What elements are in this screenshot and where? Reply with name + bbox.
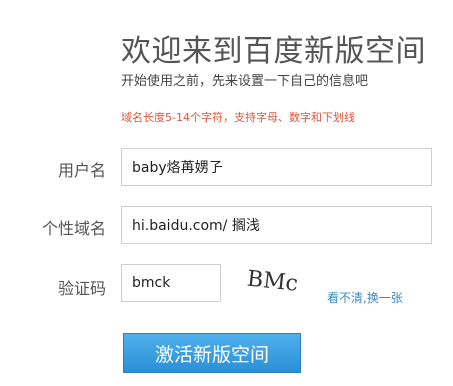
domain-rule-hint: 域名长度5-14个字符，支持字母、数字和下划线 [121, 111, 355, 124]
domain-input[interactable] [121, 206, 432, 244]
refresh-captcha-link[interactable]: 看不清,换一张 [327, 289, 403, 306]
captcha-image[interactable]: BMck [245, 264, 297, 298]
username-label: 用户名 [57, 161, 106, 180]
domain-label: 个性域名 [41, 219, 106, 238]
page-title: 欢迎来到百度新版空间 [121, 34, 426, 69]
activate-button[interactable]: 激活新版空间 [123, 333, 301, 373]
captcha-input[interactable] [121, 264, 221, 302]
page-subtitle: 开始使用之前，先来设置一下自己的信息吧 [121, 74, 369, 89]
username-input[interactable] [121, 148, 432, 186]
captcha-image-text: BMck [246, 267, 297, 298]
captcha-label: 验证码 [57, 279, 106, 298]
